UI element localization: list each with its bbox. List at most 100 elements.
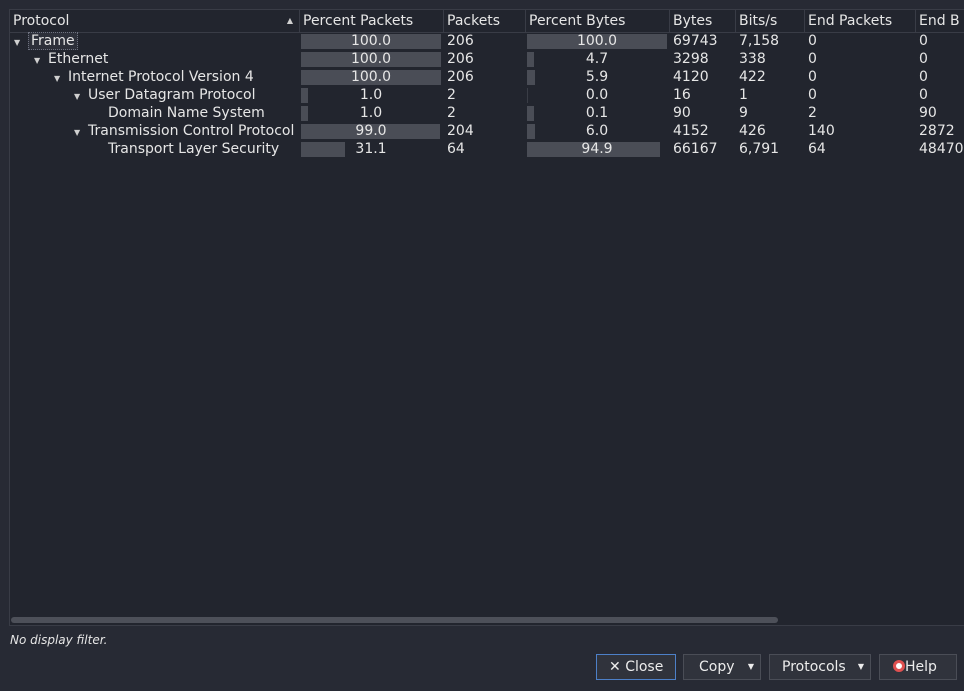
- end-bytes-cell: 2872: [919, 123, 955, 139]
- tree-row[interactable]: Transport Layer Security 31.1 64 94.9 66167 6…: [10, 140, 964, 158]
- tree-row[interactable]: ▼ Ethernet 100.0 206 4.7 3298 338 0 0: [10, 50, 964, 68]
- tree-row[interactable]: Domain Name System 1.0 2 0.1 90 9 2 90: [10, 104, 964, 122]
- percent-packets-cell-value: 99.0: [355, 123, 387, 139]
- packets-cell: 206: [447, 69, 474, 85]
- end-bytes-cell: 48470: [919, 141, 964, 157]
- chevron-down-icon: ▼: [747, 662, 754, 671]
- end-packets-cell: 140: [808, 123, 835, 139]
- end-bytes-cell: 0: [919, 51, 928, 67]
- percent-bytes-cell: 0.1: [527, 104, 667, 122]
- help-button[interactable]: Help: [879, 654, 957, 680]
- percent-bytes-cell-bar: [527, 52, 534, 67]
- percent-packets-cell-value: 31.1: [355, 141, 387, 157]
- percent-bytes-cell: 6.0: [527, 122, 667, 140]
- close-button[interactable]: ✕ Close: [596, 654, 676, 680]
- expand-toggle-icon[interactable]: ▼: [14, 34, 28, 50]
- column-header-label: Percent Bytes: [529, 13, 626, 29]
- expand-toggle-icon[interactable]: ▼: [34, 52, 48, 68]
- column-header-label: Bits/s: [739, 13, 778, 29]
- copy-button[interactable]: Copy ▼: [683, 654, 761, 680]
- end-packets-cell: 0: [808, 33, 817, 49]
- column-header-end-bytes[interactable]: End B: [916, 10, 964, 32]
- percent-bytes-cell-bar: [527, 88, 529, 103]
- protocol-cell: Domain Name System: [94, 104, 300, 122]
- protocol-name: Ethernet: [48, 51, 109, 67]
- column-header-percent-packets[interactable]: Percent Packets: [300, 10, 444, 32]
- percent-bytes-cell-value: 100.0: [576, 33, 618, 49]
- column-header-row: Protocol ▲ Percent Packets Packets Perce…: [10, 10, 964, 33]
- percent-bytes-cell-value: 0.1: [585, 105, 609, 121]
- protocols-button[interactable]: Protocols ▼: [769, 654, 871, 680]
- bytes-cell: 16: [673, 87, 691, 103]
- percent-bytes-cell-value: 6.0: [585, 123, 609, 139]
- percent-packets-cell-bar: [301, 88, 308, 103]
- column-header-packets[interactable]: Packets: [444, 10, 526, 32]
- percent-packets-cell: 31.1: [301, 140, 441, 158]
- protocol-cell: ▼ Transmission Control Protocol: [74, 122, 300, 140]
- percent-bytes-cell-bar: [527, 70, 536, 85]
- expand-toggle-icon[interactable]: ▼: [74, 124, 88, 140]
- packets-cell: 64: [447, 141, 465, 157]
- protocol-name: Transport Layer Security: [108, 141, 280, 157]
- percent-bytes-cell-value: 0.0: [585, 87, 609, 103]
- packets-cell: 2: [447, 87, 456, 103]
- bytes-cell: 69743: [673, 33, 718, 49]
- column-header-percent-bytes[interactable]: Percent Bytes: [526, 10, 670, 32]
- percent-bytes-cell-value: 5.9: [585, 69, 609, 85]
- close-button-label: Close: [625, 659, 664, 675]
- packets-cell: 204: [447, 123, 474, 139]
- protocol-name: Internet Protocol Version 4: [68, 69, 254, 85]
- end-packets-cell: 64: [808, 141, 826, 157]
- percent-packets-cell-value: 100.0: [350, 51, 392, 67]
- percent-bytes-cell: 0.0: [527, 86, 667, 104]
- protocol-cell: ▼ Ethernet: [34, 50, 300, 68]
- expand-toggle-icon[interactable]: ▼: [74, 88, 88, 104]
- percent-bytes-cell-value: 4.7: [585, 51, 609, 67]
- column-header-label: Packets: [447, 13, 501, 29]
- end-bytes-cell: 0: [919, 87, 928, 103]
- help-button-label: Help: [905, 659, 937, 675]
- bytes-cell: 4120: [673, 69, 709, 85]
- column-header-label: Protocol: [13, 13, 70, 29]
- protocol-cell: ▼ Frame: [14, 32, 300, 50]
- percent-bytes-cell: 5.9: [527, 68, 667, 86]
- column-header-bits-per-second[interactable]: Bits/s: [736, 10, 805, 32]
- protocol-hierarchy-tree[interactable]: Protocol ▲ Percent Packets Packets Perce…: [9, 9, 964, 626]
- protocol-cell: ▼ User Datagram Protocol: [74, 86, 300, 104]
- percent-packets-cell-value: 1.0: [359, 105, 383, 121]
- end-packets-cell: 0: [808, 87, 817, 103]
- tree-row[interactable]: ▼ Transmission Control Protocol 99.0 204 6.0…: [10, 122, 964, 140]
- bytes-cell: 3298: [673, 51, 709, 67]
- tree-row[interactable]: ▼ Frame 100.0 206 100.0 69743 7,158 0 0: [10, 32, 964, 50]
- close-icon: ✕: [609, 659, 621, 675]
- copy-button-label: Copy: [699, 659, 735, 675]
- percent-packets-cell-value: 100.0: [350, 69, 392, 85]
- protocol-name: Transmission Control Protocol: [88, 123, 295, 139]
- percent-packets-cell-bar: [301, 106, 308, 121]
- horizontal-scrollbar-thumb[interactable]: [11, 617, 778, 623]
- bits-per-second-cell: 338: [739, 51, 766, 67]
- end-bytes-cell: 0: [919, 33, 928, 49]
- column-header-protocol[interactable]: Protocol ▲: [10, 10, 300, 32]
- horizontal-scrollbar[interactable]: [11, 617, 964, 623]
- packets-cell: 2: [447, 105, 456, 121]
- end-packets-cell: 2: [808, 105, 817, 121]
- protocol-cell: Transport Layer Security: [94, 140, 300, 158]
- column-header-end-packets[interactable]: End Packets: [805, 10, 916, 32]
- expand-toggle-icon[interactable]: ▼: [54, 70, 68, 86]
- percent-packets-cell: 1.0: [301, 86, 441, 104]
- sort-ascending-icon: ▲: [286, 16, 293, 25]
- bits-per-second-cell: 9: [739, 105, 748, 121]
- column-header-bytes[interactable]: Bytes: [670, 10, 736, 32]
- packets-cell: 206: [447, 33, 474, 49]
- percent-packets-cell-value: 100.0: [350, 33, 392, 49]
- tree-row[interactable]: ▼ Internet Protocol Version 4 100.0 206 5.9 4…: [10, 68, 964, 86]
- bits-per-second-cell: 426: [739, 123, 766, 139]
- percent-packets-cell: 100.0: [301, 50, 441, 68]
- end-packets-cell: 0: [808, 69, 817, 85]
- end-bytes-cell: 0: [919, 69, 928, 85]
- chevron-down-icon: ▼: [857, 662, 864, 671]
- end-packets-cell: 0: [808, 51, 817, 67]
- tree-row[interactable]: ▼ User Datagram Protocol 1.0 2 0.0 16 1 0 0: [10, 86, 964, 104]
- column-header-label: End Packets: [808, 13, 893, 29]
